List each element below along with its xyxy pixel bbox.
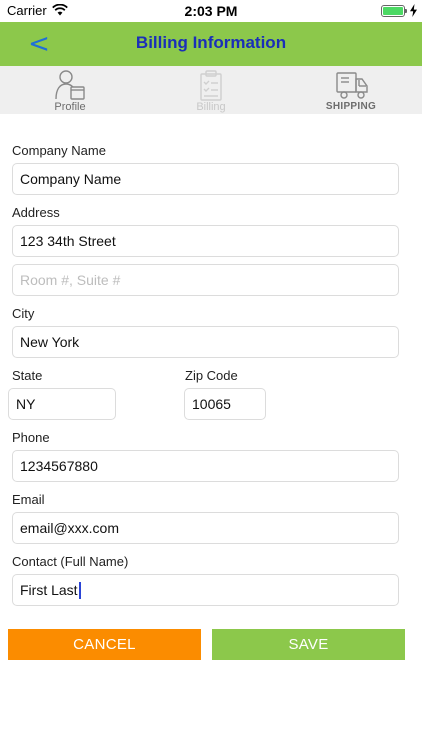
company-name-label: Company Name <box>12 143 106 158</box>
status-time: 2:03 PM <box>184 3 238 19</box>
phone-label: Phone <box>12 430 50 445</box>
city-label: City <box>12 306 35 321</box>
profile-icon <box>55 70 85 100</box>
tab-shipping-label: SHIPPING <box>325 101 377 112</box>
tab-billing-label: Billing <box>196 101 226 113</box>
clipboard-icon <box>200 70 222 101</box>
contact-label: Contact (Full Name) <box>12 554 129 569</box>
battery-icon <box>381 5 405 17</box>
truck-icon <box>336 72 368 99</box>
page-title: Billing Information <box>135 33 287 52</box>
email-label: Email <box>12 492 45 507</box>
email-field[interactable]: email@xxx.com <box>12 512 399 544</box>
contact-field-value: First Last <box>20 582 78 598</box>
text-cursor <box>78 581 81 599</box>
zip-code-label: Zip Code <box>185 368 238 383</box>
address-line1-field[interactable]: 123 34th Street <box>12 225 399 257</box>
tab-billing[interactable]: Billing <box>151 66 271 114</box>
cancel-button[interactable]: CANCEL <box>8 629 201 660</box>
city-field[interactable]: New York <box>12 326 399 358</box>
state-field[interactable]: NY <box>8 388 116 420</box>
charging-bolt-icon <box>410 4 417 17</box>
company-name-field[interactable]: Company Name <box>12 163 399 195</box>
tab-profile[interactable]: Profile <box>10 66 130 114</box>
address-label: Address <box>12 205 60 220</box>
battery-tip <box>405 9 407 13</box>
address-line2-field[interactable]: Room #, Suite # <box>12 264 399 296</box>
zip-code-field[interactable]: 10065 <box>184 388 266 420</box>
back-button[interactable]: < <box>24 26 54 62</box>
save-button[interactable]: SAVE <box>212 629 405 660</box>
step-tabs: Profile Billing SHIPPING <box>0 66 422 114</box>
navigation-bar: < Billing Information <box>0 22 422 66</box>
tab-shipping[interactable]: SHIPPING <box>291 66 411 114</box>
tab-profile-label: Profile <box>54 101 86 113</box>
contact-field[interactable]: First Last <box>12 574 399 606</box>
status-bar: Carrier 2:03 PM <box>0 0 422 22</box>
state-label: State <box>12 368 43 383</box>
phone-field[interactable]: 1234567880 <box>12 450 399 482</box>
